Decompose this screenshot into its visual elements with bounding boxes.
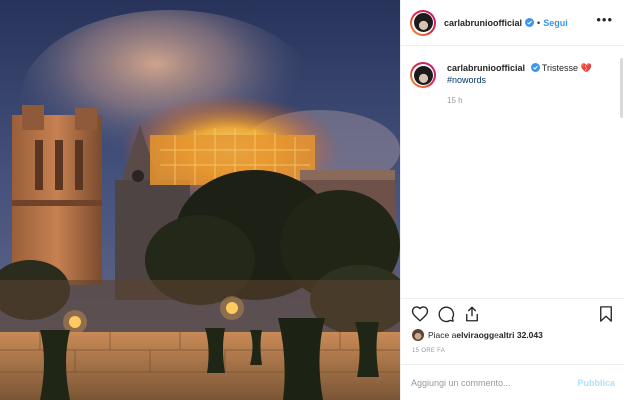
caption-text: Tristesse 💔	[541, 63, 592, 73]
comment-input[interactable]	[411, 377, 578, 388]
caption-text-block: carlabrunioofficial Tristesse 💔 #nowords…	[447, 62, 592, 107]
separator-dot: •	[537, 17, 541, 28]
post-date[interactable]: 15 ORE FA	[412, 348, 445, 354]
caption-username[interactable]: carlabrunioofficial	[447, 63, 525, 73]
author-avatar[interactable]	[410, 9, 436, 36]
post-photo[interactable]	[0, 0, 400, 400]
liker-username[interactable]: elviraogg	[456, 330, 494, 340]
notre-dame-fire-image	[0, 0, 400, 400]
comment-icon[interactable]	[437, 305, 455, 323]
hashtag-link[interactable]: #nowords	[447, 75, 486, 85]
author-username[interactable]: carlabrunioofficial	[444, 18, 522, 28]
instagram-post: carlabrunioofficial • Segui ••• carlabru…	[0, 0, 624, 400]
caption-time: 15 h	[447, 96, 463, 105]
liker-avatar[interactable]	[412, 329, 424, 341]
caption-avatar[interactable]	[410, 62, 436, 88]
likes-summary: Piace a elviraogg e altri 32.043	[412, 329, 543, 341]
post-header: carlabrunioofficial • Segui •••	[401, 0, 624, 46]
bookmark-icon[interactable]	[597, 305, 615, 323]
more-options-icon[interactable]: •••	[596, 13, 613, 26]
add-comment-bar: Pubblica	[401, 364, 624, 400]
follow-button[interactable]: Segui	[543, 18, 568, 28]
publish-button[interactable]: Pubblica	[577, 378, 615, 388]
likes-prefix: Piace a	[428, 330, 457, 340]
comments-scrollbar[interactable]	[620, 58, 623, 118]
verified-badge-icon	[530, 63, 540, 72]
post-side-panel: carlabrunioofficial • Segui ••• carlabru…	[400, 0, 624, 400]
action-bar	[401, 298, 624, 328]
verified-badge-icon	[525, 18, 535, 27]
share-icon[interactable]	[463, 305, 481, 323]
likes-count[interactable]: altri 32.043	[499, 330, 543, 340]
caption-comment: carlabrunioofficial Tristesse 💔 #nowords…	[410, 62, 620, 107]
heart-icon[interactable]	[411, 305, 429, 323]
